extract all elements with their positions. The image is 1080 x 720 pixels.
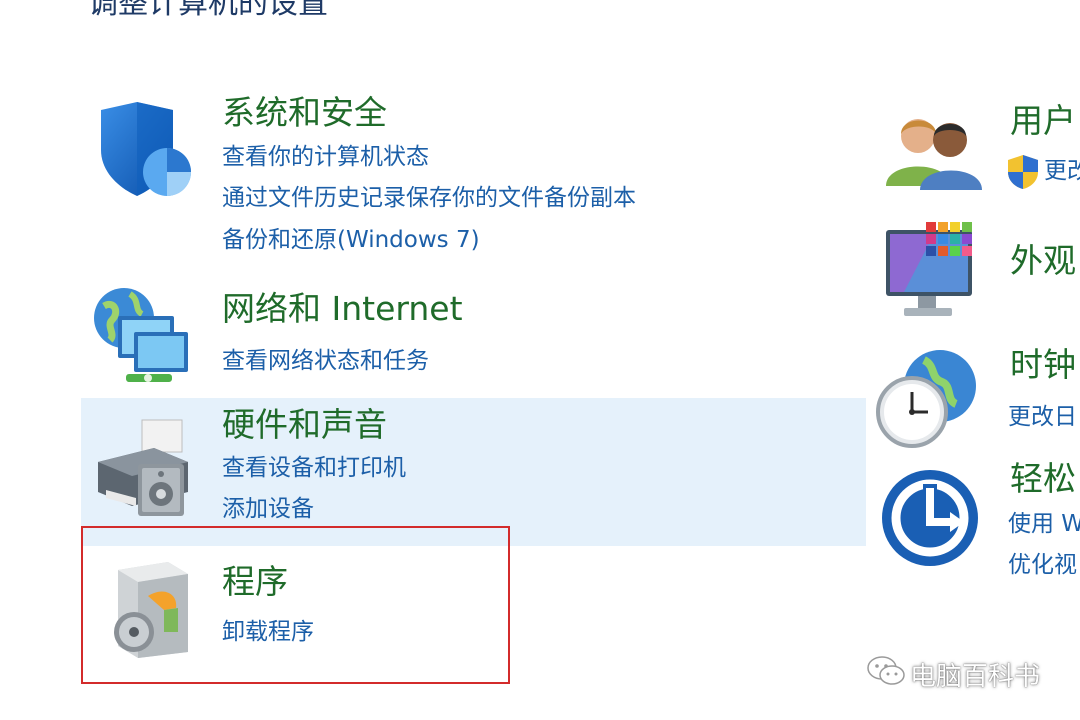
link-add-device[interactable]: 添加设备: [222, 498, 314, 521]
appearance-monitor-icon[interactable]: [884, 220, 984, 322]
page-title: 调整计算机的设置: [88, 0, 328, 21]
clock-globe-icon[interactable]: [876, 346, 980, 450]
wechat-icon: [866, 654, 906, 688]
watermark: 电脑百科书: [862, 648, 1062, 692]
ease-of-access-icon[interactable]: [880, 468, 980, 568]
category-title-network-internet[interactable]: 网络和 Internet: [222, 292, 463, 325]
watermark-text: 电脑百科书: [910, 662, 1041, 692]
category-title-clock[interactable]: 时钟: [1010, 348, 1076, 381]
link-file-history-backup[interactable]: 通过文件历史记录保存你的文件备份副本: [222, 187, 636, 210]
shield-pie-icon[interactable]: [95, 100, 195, 202]
category-title-ease-of-access[interactable]: 轻松: [1010, 462, 1076, 495]
link-network-status-tasks[interactable]: 查看网络状态和任务: [222, 350, 429, 373]
category-title-programs[interactable]: 程序: [222, 565, 288, 598]
control-panel-window: 调整计算机的设置 系统和安全 查看你的计算机状态 通过文件历史记录保存你的文件备…: [0, 0, 1080, 720]
users-icon[interactable]: [884, 110, 984, 194]
network-globe-icon[interactable]: [90, 284, 190, 390]
category-title-appearance[interactable]: 外观: [1010, 244, 1076, 277]
link-ease-use[interactable]: 使用 W: [1008, 513, 1080, 536]
link-clock-change[interactable]: 更改日: [1008, 406, 1077, 429]
link-ease-optimize[interactable]: 优化视: [1008, 554, 1077, 577]
link-backup-restore[interactable]: 备份和还原(Windows 7): [222, 229, 480, 252]
uac-shield-icon: [1006, 154, 1040, 190]
category-hover-highlight: [81, 398, 866, 546]
link-view-computer-status[interactable]: 查看你的计算机状态: [222, 146, 429, 169]
category-title-system-security[interactable]: 系统和安全: [222, 96, 387, 129]
link-devices-printers[interactable]: 查看设备和打印机: [222, 457, 406, 480]
link-uninstall-program[interactable]: 卸载程序: [222, 621, 314, 644]
programs-disc-icon[interactable]: [104, 560, 194, 660]
printer-speaker-icon[interactable]: [92, 418, 196, 518]
category-title-users[interactable]: 用户: [1010, 104, 1076, 137]
link-users-change[interactable]: 更改: [1044, 160, 1080, 183]
category-title-hardware-sound[interactable]: 硬件和声音: [222, 408, 387, 441]
